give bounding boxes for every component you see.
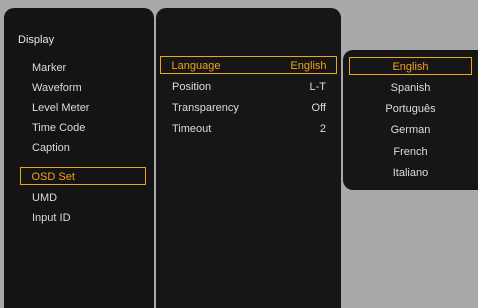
menu-item-label: Level Meter [32, 102, 90, 114]
option-label: Italiano [392, 167, 429, 179]
menu-item-marker[interactable]: Marker [20, 59, 146, 77]
language-option-german[interactable]: German [349, 121, 472, 139]
menu-item-input-id[interactable]: Input ID [20, 209, 146, 227]
language-option-spanish[interactable]: Spanish [349, 79, 472, 97]
menu-item-label: Waveform [32, 82, 82, 94]
setting-row-position[interactable]: Position L-T [160, 78, 337, 96]
language-option-italiano[interactable]: Italiano [349, 164, 472, 182]
option-label: Português [385, 103, 436, 115]
menu-item-label: Marker [32, 62, 67, 74]
menu-item-label: OSD Set [31, 171, 75, 183]
menu-item-umd[interactable]: UMD [20, 189, 146, 207]
menu-item-time-code[interactable]: Time Code [20, 119, 146, 137]
setting-value: L-T [309, 81, 327, 93]
setting-label: Transparency [172, 102, 239, 114]
option-label: English [392, 61, 429, 73]
setting-row-language[interactable]: Language English [160, 56, 337, 74]
menu-item-label: Caption [32, 142, 70, 154]
option-label: French [393, 146, 428, 158]
menu-item-label: UMD [32, 192, 58, 204]
setting-value: Off [311, 102, 326, 114]
osd-settings-panel: Language English Position L-T Transparen… [156, 8, 341, 308]
language-option-english[interactable]: English [349, 57, 472, 75]
language-options-panel: English Spanish Português German French … [343, 50, 478, 190]
setting-label: Language [171, 60, 221, 72]
menu-item-label: Time Code [32, 122, 86, 134]
menu-item-waveform[interactable]: Waveform [20, 79, 146, 97]
main-menu-panel: Display Marker Waveform Level Meter Time… [4, 8, 154, 308]
language-option-french[interactable]: French [349, 143, 472, 161]
setting-value: English [290, 60, 327, 72]
menu-item-caption[interactable]: Caption [20, 139, 146, 157]
language-option-portugues[interactable]: Português [349, 100, 472, 118]
setting-value: 2 [319, 123, 326, 135]
menu-item-label: Input ID [32, 212, 71, 224]
setting-row-transparency[interactable]: Transparency Off [160, 99, 337, 117]
option-label: Spanish [390, 82, 431, 94]
menu-item-level-meter[interactable]: Level Meter [20, 99, 146, 117]
option-label: German [390, 124, 431, 136]
menu-title: Display [18, 34, 55, 46]
menu-item-osd-set[interactable]: OSD Set [20, 167, 146, 185]
setting-label: Timeout [172, 123, 212, 135]
setting-row-timeout[interactable]: Timeout 2 [160, 120, 337, 138]
setting-label: Position [172, 81, 212, 93]
